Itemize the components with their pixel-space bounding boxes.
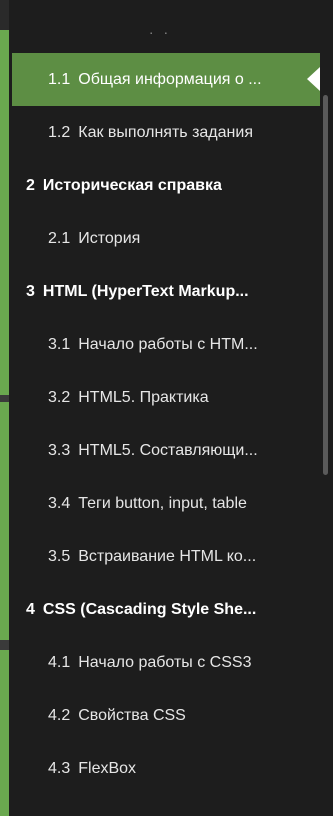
- toc-section-number: 4: [26, 600, 35, 618]
- toc-item-label: HTML5. Практика: [78, 388, 209, 406]
- collapsed-section-indicator[interactable]: · ·: [0, 24, 320, 40]
- toc-item-3-1[interactable]: 3.1 Начало работы с HTM...: [12, 318, 320, 371]
- progress-rail: [0, 0, 9, 816]
- toc-section-label: Историческая справка: [42, 176, 222, 194]
- toc-item-2-1[interactable]: 2.1 История: [12, 212, 320, 265]
- scrollbar-thumb[interactable]: [323, 95, 328, 475]
- toc-item-number: 4.3: [48, 759, 71, 777]
- toc-section-number: 3: [26, 282, 35, 300]
- toc-list: 1.1 Общая информация о ... 1.2 Как выпол…: [12, 53, 320, 795]
- toc-item-3-2[interactable]: 3.2 HTML5. Практика: [12, 371, 320, 424]
- toc-item-1-1[interactable]: 1.1 Общая информация о ...: [12, 53, 320, 106]
- toc-section-3[interactable]: 3 HTML (HyperText Markup...: [12, 265, 320, 318]
- toc-section-number: 2: [26, 176, 35, 194]
- toc-item-3-5[interactable]: 3.5 Встраивание HTML ко...: [12, 530, 320, 583]
- toc-item-4-2[interactable]: 4.2 Свойства CSS: [12, 689, 320, 742]
- toc-item-label: FlexBox: [78, 759, 137, 777]
- toc-item-1-2[interactable]: 1.2 Как выполнять задания: [12, 106, 320, 159]
- toc-item-label: Общая информация о ...: [78, 70, 262, 88]
- toc-item-3-4[interactable]: 3.4 Теги button, input, table: [12, 477, 320, 530]
- toc-item-4-1[interactable]: 4.1 Начало работы с CSS3: [12, 636, 320, 689]
- toc-item-label: HTML5. Составляющи...: [78, 441, 258, 459]
- toc-section-2[interactable]: 2 Историческая справка: [12, 159, 320, 212]
- toc-item-number: 4.1: [48, 653, 71, 671]
- toc-section-label: HTML (HyperText Markup...: [42, 282, 249, 300]
- toc-item-label: Свойства CSS: [78, 706, 186, 724]
- toc-item-label: Встраивание HTML ко...: [78, 547, 257, 565]
- toc-section-label: CSS (Cascading Style She...: [42, 600, 257, 618]
- progress-rail-fill: [0, 0, 9, 816]
- toc-item-label: Начало работы с CSS3: [78, 653, 252, 671]
- toc-item-label: Теги button, input, table: [78, 494, 247, 512]
- toc-item-number: 3.4: [48, 494, 71, 512]
- toc-item-label: История: [78, 229, 141, 247]
- toc-item-number: 4.2: [48, 706, 71, 724]
- toc-item-number: 1.2: [48, 123, 71, 141]
- toc-item-number: 3.3: [48, 441, 71, 459]
- toc-item-label: Начало работы с HTM...: [78, 335, 258, 353]
- toc-item-4-3[interactable]: 4.3 FlexBox: [12, 742, 320, 795]
- toc-item-3-3[interactable]: 3.3 HTML5. Составляющи...: [12, 424, 320, 477]
- current-item-arrow-icon: [307, 67, 320, 91]
- toc-item-number: 3.2: [48, 388, 71, 406]
- toc-item-number: 3.5: [48, 547, 71, 565]
- toc-item-number: 3.1: [48, 335, 71, 353]
- toc-item-number: 1.1: [48, 70, 71, 88]
- toc-item-number: 2.1: [48, 229, 71, 247]
- toc-sidebar: · · 1.1 Общая информация о ... 1.2 Как в…: [0, 0, 333, 816]
- toc-item-label: Как выполнять задания: [78, 123, 253, 141]
- toc-section-4[interactable]: 4 CSS (Cascading Style She...: [12, 583, 320, 636]
